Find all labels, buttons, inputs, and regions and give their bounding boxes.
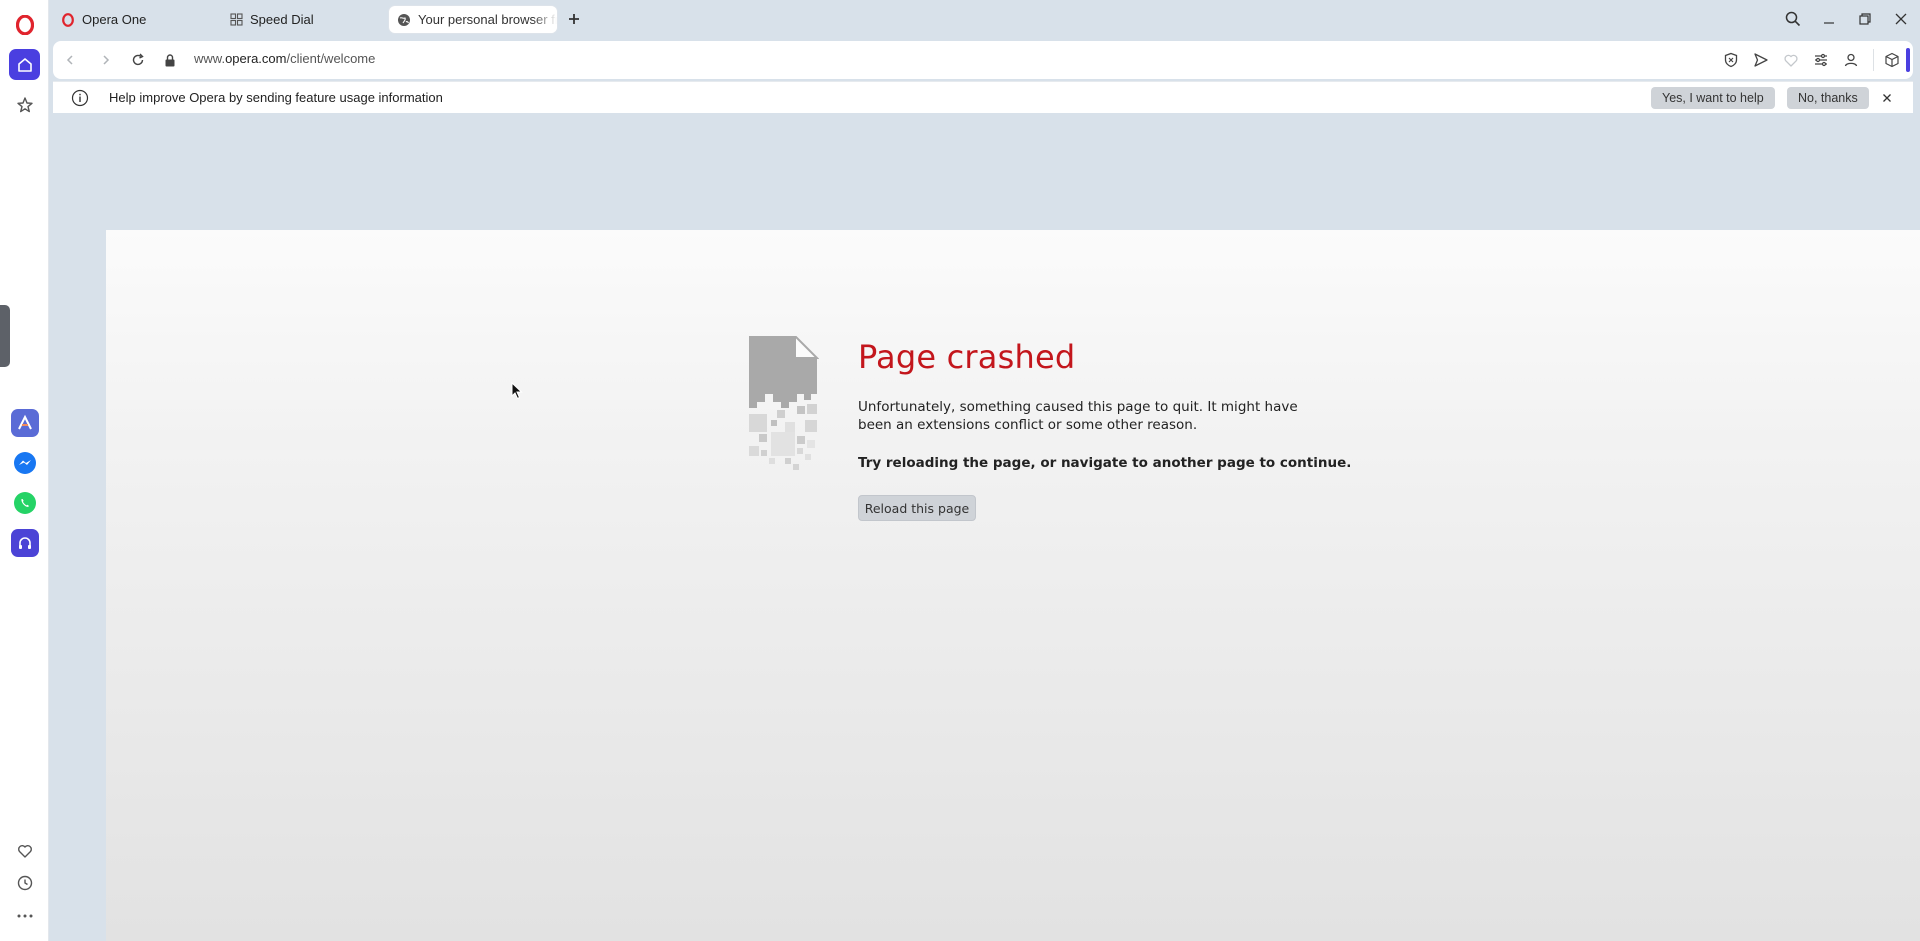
messenger-icon: [14, 452, 36, 474]
infobar-message: Help improve Opera by sending feature us…: [109, 90, 443, 105]
toolbar-divider: [1873, 49, 1874, 71]
search-icon: [1785, 11, 1801, 27]
tab-speed-dial[interactable]: Speed Dial: [221, 6, 383, 33]
close-infobar-button[interactable]: [1879, 90, 1895, 106]
plus-icon: [569, 14, 579, 24]
reload-page-button[interactable]: Reload this page: [858, 495, 976, 521]
restore-icon: [1859, 13, 1871, 25]
music-player-app-button[interactable]: [11, 529, 39, 557]
chevron-left-icon: [66, 55, 73, 65]
tab-opera-one[interactable]: Opera One: [53, 6, 215, 33]
decline-usage-button[interactable]: No, thanks: [1787, 87, 1869, 109]
tab-label: Opera One: [82, 12, 147, 27]
tab-welcome[interactable]: Your personal browser fr: [389, 6, 557, 33]
clock-icon: [17, 875, 32, 890]
url-host: opera.com: [225, 51, 287, 66]
send-button[interactable]: [1751, 50, 1771, 70]
home-button[interactable]: [9, 49, 40, 80]
tab-label: Your personal browser fr: [418, 12, 557, 27]
heart-icon: [1784, 54, 1798, 67]
close-icon: [1883, 94, 1891, 102]
opera-logo-icon: [15, 14, 34, 35]
sidebar-drawer-handle[interactable]: [0, 305, 10, 367]
whatsapp-icon: [14, 492, 36, 514]
close-icon: [1895, 13, 1907, 25]
chevron-right-icon: [103, 55, 110, 65]
address-bar: www.opera.com/client/welcome: [53, 41, 1913, 79]
reload-button[interactable]: [124, 46, 152, 74]
shield-icon: [1724, 52, 1738, 68]
close-window-button[interactable]: [1889, 7, 1913, 31]
grid-icon: [229, 13, 243, 27]
profile-button[interactable]: [1841, 50, 1861, 70]
broken-page-icon: [749, 336, 819, 470]
cube-icon: [1885, 52, 1899, 68]
sliders-icon: [1815, 53, 1827, 67]
more-horizontal-icon: [17, 914, 32, 917]
globe-icon: [397, 13, 411, 27]
add-to-my-flow-button[interactable]: [1781, 50, 1801, 70]
forward-button[interactable]: [92, 46, 120, 74]
accept-usage-button[interactable]: Yes, I want to help: [1651, 87, 1775, 109]
usage-info-bar: Help improve Opera by sending feature us…: [53, 81, 1913, 113]
aria-icon: [18, 414, 32, 430]
page-content: Page crashed Unfortunately, something ca…: [106, 230, 1920, 941]
crash-title: Page crashed: [858, 338, 1076, 376]
url-field[interactable]: www.opera.com/client/welcome: [194, 51, 375, 66]
easy-setup-button[interactable]: [1811, 50, 1831, 70]
crash-description: Unfortunately, something caused this pag…: [858, 399, 1298, 433]
site-security-button[interactable]: [160, 46, 180, 74]
back-button[interactable]: [56, 46, 84, 74]
mouse-cursor-icon: [511, 382, 523, 400]
opera-logo-icon: [61, 12, 75, 27]
home-icon: [17, 57, 32, 72]
new-tab-button[interactable]: [564, 9, 584, 29]
tab-label: Speed Dial: [250, 12, 314, 27]
url-prefix: www.: [194, 51, 226, 66]
whatsapp-app-button[interactable]: [11, 489, 39, 517]
info-icon: [71, 89, 89, 107]
ad-blocker-button[interactable]: [1721, 50, 1741, 70]
url-path: /client/welcome: [286, 51, 376, 66]
history-button[interactable]: [9, 867, 40, 898]
heart-icon: [17, 844, 32, 858]
star-icon: [16, 96, 33, 112]
pinboard-button[interactable]: [9, 89, 40, 120]
extensions-button[interactable]: [1882, 50, 1902, 70]
crash-hint: Try reloading the page, or navigate to a…: [858, 455, 1352, 471]
sidebar-panel-indicator: [1906, 48, 1910, 72]
sidebar: [0, 0, 49, 941]
lock-icon: [165, 53, 175, 66]
my-flow-button[interactable]: [9, 835, 40, 866]
tab-strip: Opera One Speed Dial Your personal brows…: [49, 0, 1920, 38]
restore-button[interactable]: [1853, 7, 1877, 31]
minimize-icon: [1824, 22, 1834, 24]
opera-menu-button[interactable]: [9, 9, 40, 40]
reload-icon: [132, 53, 144, 66]
sidebar-more-button[interactable]: [9, 900, 40, 931]
send-icon: [1754, 53, 1768, 67]
minimize-button[interactable]: [1817, 7, 1841, 31]
headphones-icon: [19, 537, 31, 549]
user-icon: [1844, 53, 1858, 67]
messenger-app-button[interactable]: [11, 449, 39, 477]
tab-search-button[interactable]: [1781, 7, 1805, 31]
aria-app-button[interactable]: [11, 409, 39, 437]
